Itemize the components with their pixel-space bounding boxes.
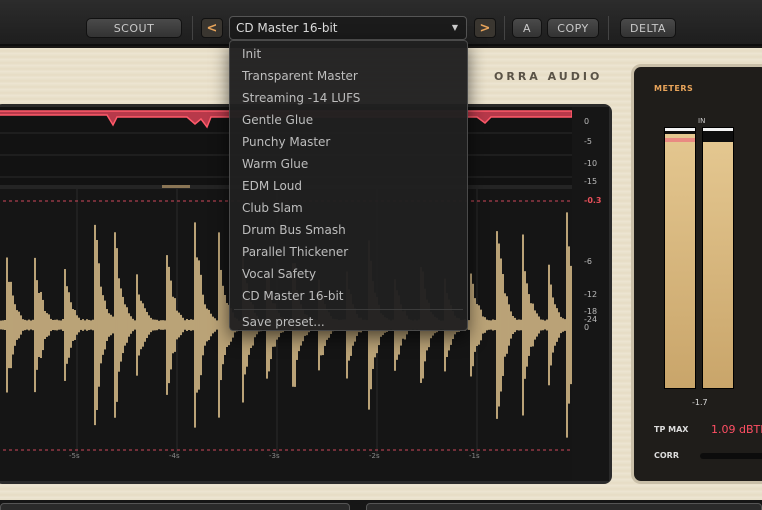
gr-scale-label: -5 [584, 137, 592, 146]
time-label: -3s [269, 452, 280, 460]
bottom-panel-tab[interactable] [0, 503, 350, 510]
gr-scale-label: 0 [584, 117, 590, 126]
gr-scale-label: -10 [584, 159, 598, 168]
next-preset-button[interactable]: > [474, 18, 496, 38]
meters-title: METERS [654, 84, 694, 93]
preset-select-value: CD Master 16-bit [236, 21, 338, 35]
preset-item-cd-master[interactable]: CD Master 16-bit [230, 285, 467, 307]
toolbar-divider [504, 16, 505, 40]
preset-item-punchy-master[interactable]: Punchy Master [230, 131, 467, 153]
brand-logo-text: ORRA AUDIO [494, 70, 603, 83]
tp-max-value[interactable]: 1.09 dBTP [711, 423, 762, 436]
level-scale-label: -6 [584, 257, 592, 266]
copy-button[interactable]: COPY [547, 18, 599, 38]
preset-item-streaming[interactable]: Streaming -14 LUFS [230, 87, 467, 109]
gr-scale-label: -15 [584, 177, 598, 186]
bottom-panel-tab[interactable] [366, 503, 762, 510]
in-meter-left [664, 127, 696, 389]
toolbar-divider [192, 16, 193, 40]
preset-item-warm-glue[interactable]: Warm Glue [230, 153, 467, 175]
in-meter-right [702, 127, 734, 389]
preset-item-transparent-master[interactable]: Transparent Master [230, 65, 467, 87]
in-meter-left-peak [665, 128, 695, 131]
save-preset-item[interactable]: Save preset... [230, 311, 467, 333]
in-meter-right-peak [703, 128, 733, 131]
preset-item-club-slam[interactable]: Club Slam [230, 197, 467, 219]
preset-dropdown-menu: Init Transparent Master Streaming -14 LU… [229, 40, 468, 331]
time-label: -4s [169, 452, 180, 460]
tp-max-label: TP MAX [654, 425, 689, 434]
corr-label: CORR [654, 451, 679, 460]
menu-divider [234, 309, 463, 310]
preset-item-edm-loud[interactable]: EDM Loud [230, 175, 467, 197]
time-label: -2s [369, 452, 380, 460]
level-scale-label: 0 [584, 323, 590, 332]
ab-a-button[interactable]: A [512, 18, 542, 38]
ceiling-scale-label: -0.3 [584, 196, 602, 205]
in-meter-left-fill [665, 133, 695, 388]
preset-item-parallel-thickener[interactable]: Parallel Thickener [230, 241, 467, 263]
in-meter-right-fill [703, 141, 733, 388]
in-meter-readout: -1.7 [692, 398, 708, 407]
lane-resize-handle[interactable] [162, 185, 190, 188]
preset-select[interactable]: CD Master 16-bit ▼ [229, 16, 467, 40]
toolbar-divider [608, 16, 609, 40]
in-meter-left-hot [665, 137, 695, 142]
preset-item-drum-bus-smash[interactable]: Drum Bus Smash [230, 219, 467, 241]
preset-item-vocal-safety[interactable]: Vocal Safety [230, 263, 467, 285]
delta-button[interactable]: DELTA [620, 18, 676, 38]
time-label: -5s [69, 452, 80, 460]
prev-preset-button[interactable]: < [201, 18, 223, 38]
correlation-meter [700, 453, 762, 459]
caret-down-icon: ▼ [451, 23, 458, 32]
level-scale-label: -12 [584, 290, 598, 299]
meters-panel: METERS IN -1.7 TP MAX 1.09 dBTP CORR [631, 64, 762, 484]
scout-button[interactable]: SCOUT [86, 18, 182, 38]
in-meter-label: IN [698, 117, 706, 125]
preset-item-init[interactable]: Init [230, 43, 467, 65]
preset-item-gentle-glue[interactable]: Gentle Glue [230, 109, 467, 131]
time-label: -1s [469, 452, 480, 460]
